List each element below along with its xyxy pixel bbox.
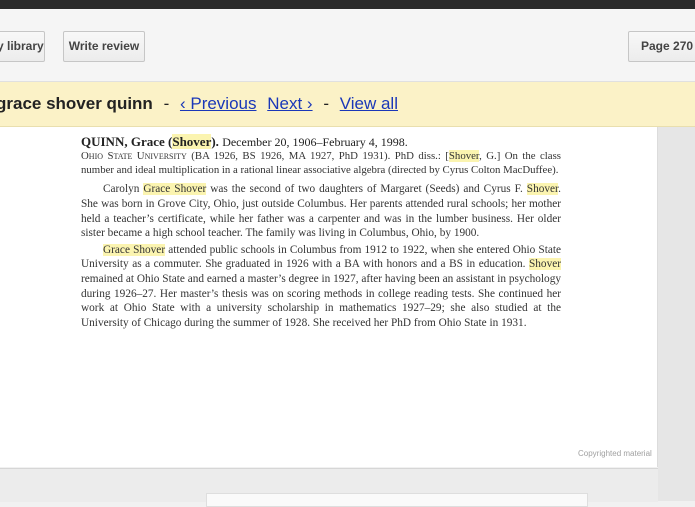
entry-dates: December 20, 1906–February 4, 1998. <box>222 135 408 149</box>
search-highlight: Shover <box>526 183 559 196</box>
scroll-gutter[interactable] <box>658 127 695 501</box>
search-highlight: Shover <box>528 258 561 271</box>
next-page-edge <box>206 493 588 507</box>
my-library-button[interactable]: y library <box>0 31 45 62</box>
page-number-button[interactable]: Page 270 <box>628 31 695 62</box>
view-all-link[interactable]: View all <box>340 94 398 113</box>
search-highlight: Shover <box>172 134 212 149</box>
browser-top-edge <box>0 0 695 9</box>
entry-name: QUINN, Grace (Shover). <box>81 134 219 149</box>
entry-education: Ohio State University (BA 1926, BS 1926,… <box>81 150 561 176</box>
next-link[interactable]: Next › <box>267 94 312 113</box>
entry-heading: QUINN, Grace (Shover). December 20, 1906… <box>81 134 561 150</box>
book-page[interactable]: QUINN, Grace (Shover). December 20, 1906… <box>0 127 658 467</box>
search-highlight: Shover <box>448 150 480 162</box>
search-results-bar: grace shover quinn - ‹ Previous Next › -… <box>0 82 695 127</box>
paragraph-1: Carolyn Grace Shover was the second of t… <box>81 183 561 240</box>
school-name: Ohio State University <box>81 150 187 162</box>
search-highlight: Grace Shover <box>143 183 207 196</box>
write-review-button[interactable]: Write review <box>63 31 145 62</box>
search-nav-row: grace shover quinn - ‹ Previous Next › -… <box>0 93 398 115</box>
page-text: QUINN, Grace (Shover). December 20, 1906… <box>81 134 561 330</box>
copyright-notice: Copyrighted material <box>578 449 652 458</box>
search-highlight: Grace Shover <box>103 243 166 256</box>
separator: - <box>163 94 170 113</box>
page-gap <box>0 468 658 507</box>
toolbar: y library Write review Page 270 <box>0 9 695 82</box>
separator: - <box>323 94 329 113</box>
previous-link[interactable]: ‹ Previous <box>180 94 257 113</box>
paragraph-2: Grace Shover attended public schools in … <box>81 243 561 329</box>
search-query: grace shover quinn <box>0 94 153 113</box>
